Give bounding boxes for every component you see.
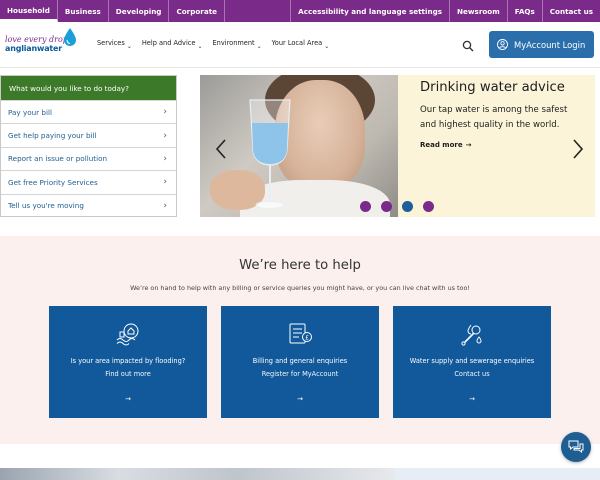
search-icon[interactable] (462, 40, 474, 52)
myaccount-label: MyAccount Login (514, 39, 586, 50)
quick-link-label: Get help paying your bill (8, 131, 97, 141)
nav-local-area-label: Your Local Area (271, 39, 323, 47)
card-link[interactable]: Contact us (393, 370, 551, 378)
card-title: Billing and general enquiries (252, 357, 348, 365)
read-more-link[interactable]: Read more → (420, 141, 585, 149)
quick-link-label: Get free Priority Services (8, 177, 98, 187)
contact-us-link[interactable]: Contact us (541, 0, 600, 22)
chevron-right-icon: › (163, 130, 167, 141)
card-water-supply[interactable]: Water supply and sewerage enquiries Cont… (393, 306, 551, 418)
chevron-down-icon: ⌄ (324, 42, 330, 50)
nav-services-label: Services (97, 39, 125, 47)
carousel-pagination (360, 201, 444, 212)
carousel-dot[interactable] (381, 201, 392, 212)
main-navigation: Services ⌄ Help and Advice ⌄ Environment ⌄ … (97, 39, 339, 50)
quick-link-moving[interactable]: Tell us you're moving › (1, 193, 176, 217)
wrench-icon (461, 324, 482, 346)
nav-environment-label: Environment (212, 39, 255, 47)
read-more-label: Read more (420, 140, 463, 149)
quick-links-heading: What would you like to do today? (1, 76, 176, 100)
arrow-right-icon: → (125, 395, 131, 403)
card-link[interactable]: Register for MyAccount (221, 370, 379, 378)
card-link[interactable]: Find out more (49, 370, 207, 378)
chevron-right-icon: › (163, 177, 167, 188)
tab-corporate[interactable]: Corporate (169, 0, 226, 22)
carousel-prev-arrow-icon[interactable] (214, 138, 228, 160)
logo-tagline: love every drop (5, 35, 68, 44)
chevron-right-icon: › (163, 107, 167, 118)
hero-photo-woman-with-glass (200, 75, 398, 217)
help-section: We’re here to help We’re on hand to help… (0, 236, 600, 444)
newsroom-link[interactable]: Newsroom (449, 0, 507, 22)
carousel-dot[interactable] (423, 201, 434, 212)
tab-household[interactable]: Household (0, 0, 58, 22)
user-icon (497, 39, 508, 50)
chevron-down-icon: ⌄ (256, 42, 262, 50)
water-drop-icon (64, 28, 76, 46)
quick-link-report-issue[interactable]: Report an issue or pollution › (1, 146, 176, 170)
help-subtitle: We’re on hand to help with any billing o… (130, 284, 470, 292)
quick-link-help-paying[interactable]: Get help paying your bill › (1, 123, 176, 146)
arrow-right-icon: → (297, 395, 303, 403)
accessibility-link[interactable]: Accessibility and language settings (290, 0, 449, 22)
chevron-right-icon: › (163, 200, 167, 211)
myaccount-login-button[interactable]: MyAccount Login (489, 31, 594, 58)
card-billing[interactable]: £ Billing and general enquiries Register… (221, 306, 379, 418)
quick-links-panel: What would you like to do today? Pay you… (0, 75, 177, 217)
flood-icon (116, 323, 139, 346)
nav-help-and-advice[interactable]: Help and Advice ⌄ (141, 39, 203, 50)
nav-environment[interactable]: Environment ⌄ (212, 39, 262, 50)
water-glass-illustration (249, 99, 291, 209)
quick-link-label: Report an issue or pollution (8, 154, 108, 164)
card-title: Water supply and sewerage enquiries (409, 357, 535, 365)
faqs-link[interactable]: FAQs (506, 0, 542, 22)
live-chat-button[interactable] (561, 432, 591, 462)
tab-developing[interactable]: Developing (109, 0, 170, 22)
help-title: We’re here to help (239, 258, 361, 273)
hero-title: Drinking water advice (420, 80, 565, 95)
nav-help-label: Help and Advice (141, 39, 196, 47)
chevron-down-icon: ⌄ (126, 42, 132, 50)
logo-wordmark: anglianwater (5, 44, 62, 53)
arrow-right-icon: → (465, 140, 472, 149)
svg-text:£: £ (305, 334, 309, 341)
carousel-dot-active[interactable] (402, 201, 413, 212)
utility-links: Accessibility and language settings News… (290, 0, 600, 22)
chevron-right-icon: › (163, 153, 167, 164)
quick-link-label: Tell us you're moving (8, 201, 84, 211)
audience-tabs: Household Business Developing Corporate (0, 0, 226, 22)
chevron-down-icon: ⌄ (197, 42, 203, 50)
top-utility-bar: Household Business Developing Corporate … (0, 0, 600, 22)
nav-your-local-area[interactable]: Your Local Area ⌄ (271, 39, 330, 50)
anglian-water-logo[interactable]: love every drop anglianwater (5, 27, 80, 63)
quick-link-pay-bill[interactable]: Pay your bill › (1, 100, 176, 123)
quick-link-label: Pay your bill (8, 107, 52, 117)
hero-text-block: Drinking water advice Our tap water is a… (420, 78, 585, 149)
bill-icon: £ (289, 323, 312, 344)
chat-bubble-icon (568, 440, 584, 454)
quick-link-priority-services[interactable]: Get free Priority Services › (1, 170, 176, 193)
tab-business[interactable]: Business (58, 0, 109, 22)
arrow-right-icon: → (469, 395, 475, 403)
card-title: Is your area impacted by flooding? (70, 357, 186, 365)
site-header: love every drop anglianwater Services ⌄ H… (0, 22, 600, 68)
card-flooding[interactable]: Is your area impacted by flooding? Find … (49, 306, 207, 418)
carousel-dot[interactable] (360, 201, 371, 212)
nav-services[interactable]: Services ⌄ (97, 39, 132, 50)
next-section-image (0, 468, 395, 480)
hero-body: Our tap water is among the safest and hi… (420, 105, 568, 130)
next-section-panel (395, 468, 600, 480)
